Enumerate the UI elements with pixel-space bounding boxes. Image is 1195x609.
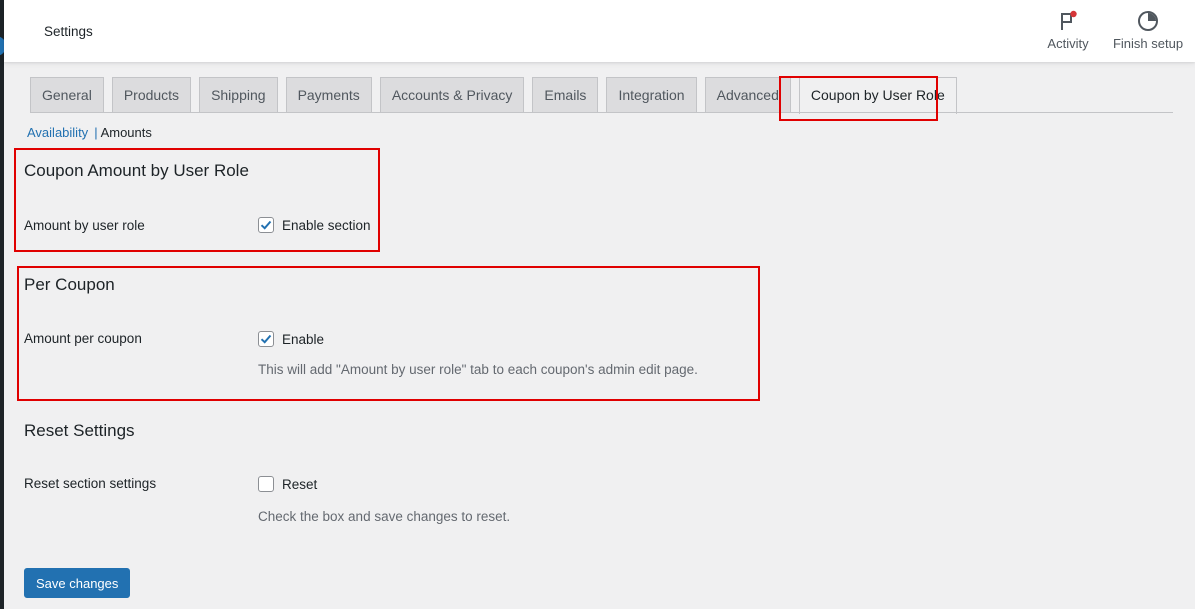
admin-sidebar-edge	[0, 0, 4, 609]
subnav-amounts-current: Amounts	[100, 125, 152, 140]
amount-per-coupon-option: Enable	[258, 331, 324, 347]
amount-by-role-checkbox[interactable]	[258, 217, 274, 233]
tab-shipping[interactable]: Shipping	[199, 77, 278, 113]
reset-section-label: Reset section settings	[24, 476, 157, 491]
save-changes-button[interactable]: Save changes	[24, 568, 131, 598]
subnav-separator: |	[94, 125, 98, 140]
finish-setup-label: Finish setup	[1112, 36, 1184, 51]
amount-per-coupon-checkbox[interactable]	[258, 331, 274, 347]
reset-checkbox-label: Reset	[282, 476, 318, 492]
tab-coupon-by-user-role[interactable]: Coupon by User Role	[798, 77, 957, 114]
per-coupon-description: This will add "Amount by user role" tab …	[258, 362, 698, 377]
enable-label: Enable	[282, 331, 325, 347]
top-header-bar: Settings Activity Finish setup	[4, 0, 1195, 62]
enable-section-label: Enable section	[282, 217, 371, 233]
settings-tabs: General Products Shipping Payments Accou…	[30, 77, 965, 114]
tab-general[interactable]: General	[30, 77, 104, 113]
reset-option: Reset	[258, 476, 317, 492]
tab-advanced[interactable]: Advanced	[704, 77, 791, 113]
amount-by-role-option: Enable section	[258, 217, 371, 233]
tab-accounts-privacy[interactable]: Accounts & Privacy	[379, 77, 525, 113]
tab-products[interactable]: Products	[111, 77, 192, 113]
reset-description: Check the box and save changes to reset.	[258, 509, 511, 524]
activity-button[interactable]: Activity	[1044, 10, 1092, 51]
checkmark-icon	[260, 220, 272, 230]
subnav-availability-link[interactable]: Availability	[27, 125, 88, 140]
progress-circle-icon	[1138, 11, 1158, 31]
reset-checkbox[interactable]	[258, 476, 274, 492]
section-subnav: Availability | Amounts	[27, 125, 152, 140]
tabs-divider	[30, 112, 1173, 113]
finish-setup-button[interactable]: Finish setup	[1112, 10, 1184, 51]
tab-integration[interactable]: Integration	[606, 77, 697, 113]
amount-per-coupon-label: Amount per coupon	[24, 331, 142, 346]
tab-payments[interactable]: Payments	[285, 77, 372, 113]
section-title-reset-settings: Reset Settings	[24, 421, 135, 440]
section-title-amount-by-role: Coupon Amount by User Role	[24, 161, 249, 180]
page-title: Settings	[44, 24, 93, 39]
section-title-per-coupon: Per Coupon	[24, 275, 115, 294]
tab-emails[interactable]: Emails	[532, 77, 599, 113]
flag-icon	[1061, 10, 1077, 30]
activity-label: Activity	[1047, 36, 1089, 51]
amount-by-role-label: Amount by user role	[24, 218, 145, 233]
checkmark-icon	[260, 334, 272, 344]
